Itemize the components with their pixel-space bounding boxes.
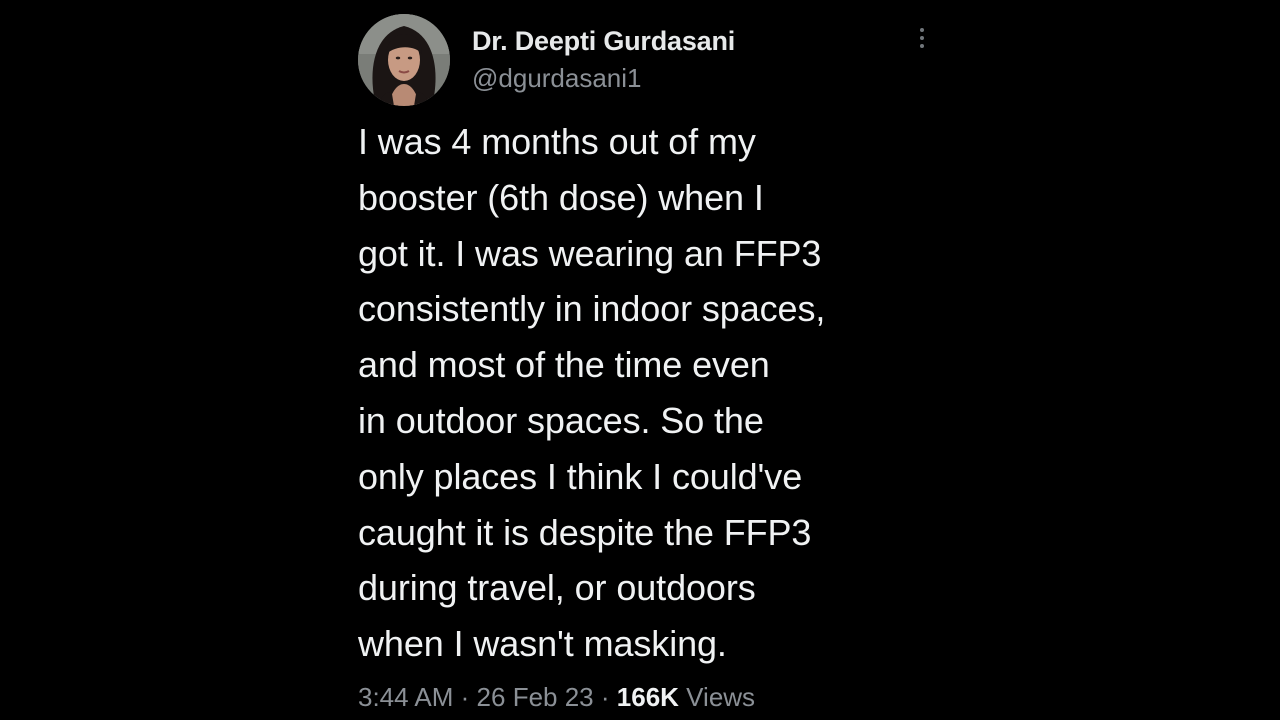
more-dots-vertical-icon[interactable] [912, 28, 932, 56]
views-label: Views [686, 681, 756, 712]
avatar-image [358, 14, 450, 106]
meta-separator: · [600, 681, 610, 712]
tweet-date[interactable]: 26 Feb 23 [477, 682, 594, 712]
tweet-text: I was 4 months out of my booster (6th do… [358, 121, 826, 665]
tweet-header: Dr. Deepti Gurdasani @dgurdasani1 [358, 14, 938, 106]
author-info: Dr. Deepti Gurdasani @dgurdasani1 [472, 24, 735, 94]
author-handle[interactable]: @dgurdasani1 [472, 62, 735, 94]
avatar[interactable] [358, 14, 450, 106]
tweet-meta: 3:44 AM · 26 Feb 23 · 166K Views [358, 680, 938, 714]
tweet-card: Dr. Deepti Gurdasani @dgurdasani1 I was … [358, 14, 938, 714]
tweet-time[interactable]: 3:44 AM [358, 682, 453, 712]
views-count: 166K [616, 681, 679, 712]
author-display-name[interactable]: Dr. Deepti Gurdasani [472, 24, 735, 58]
meta-separator: · [460, 681, 470, 712]
